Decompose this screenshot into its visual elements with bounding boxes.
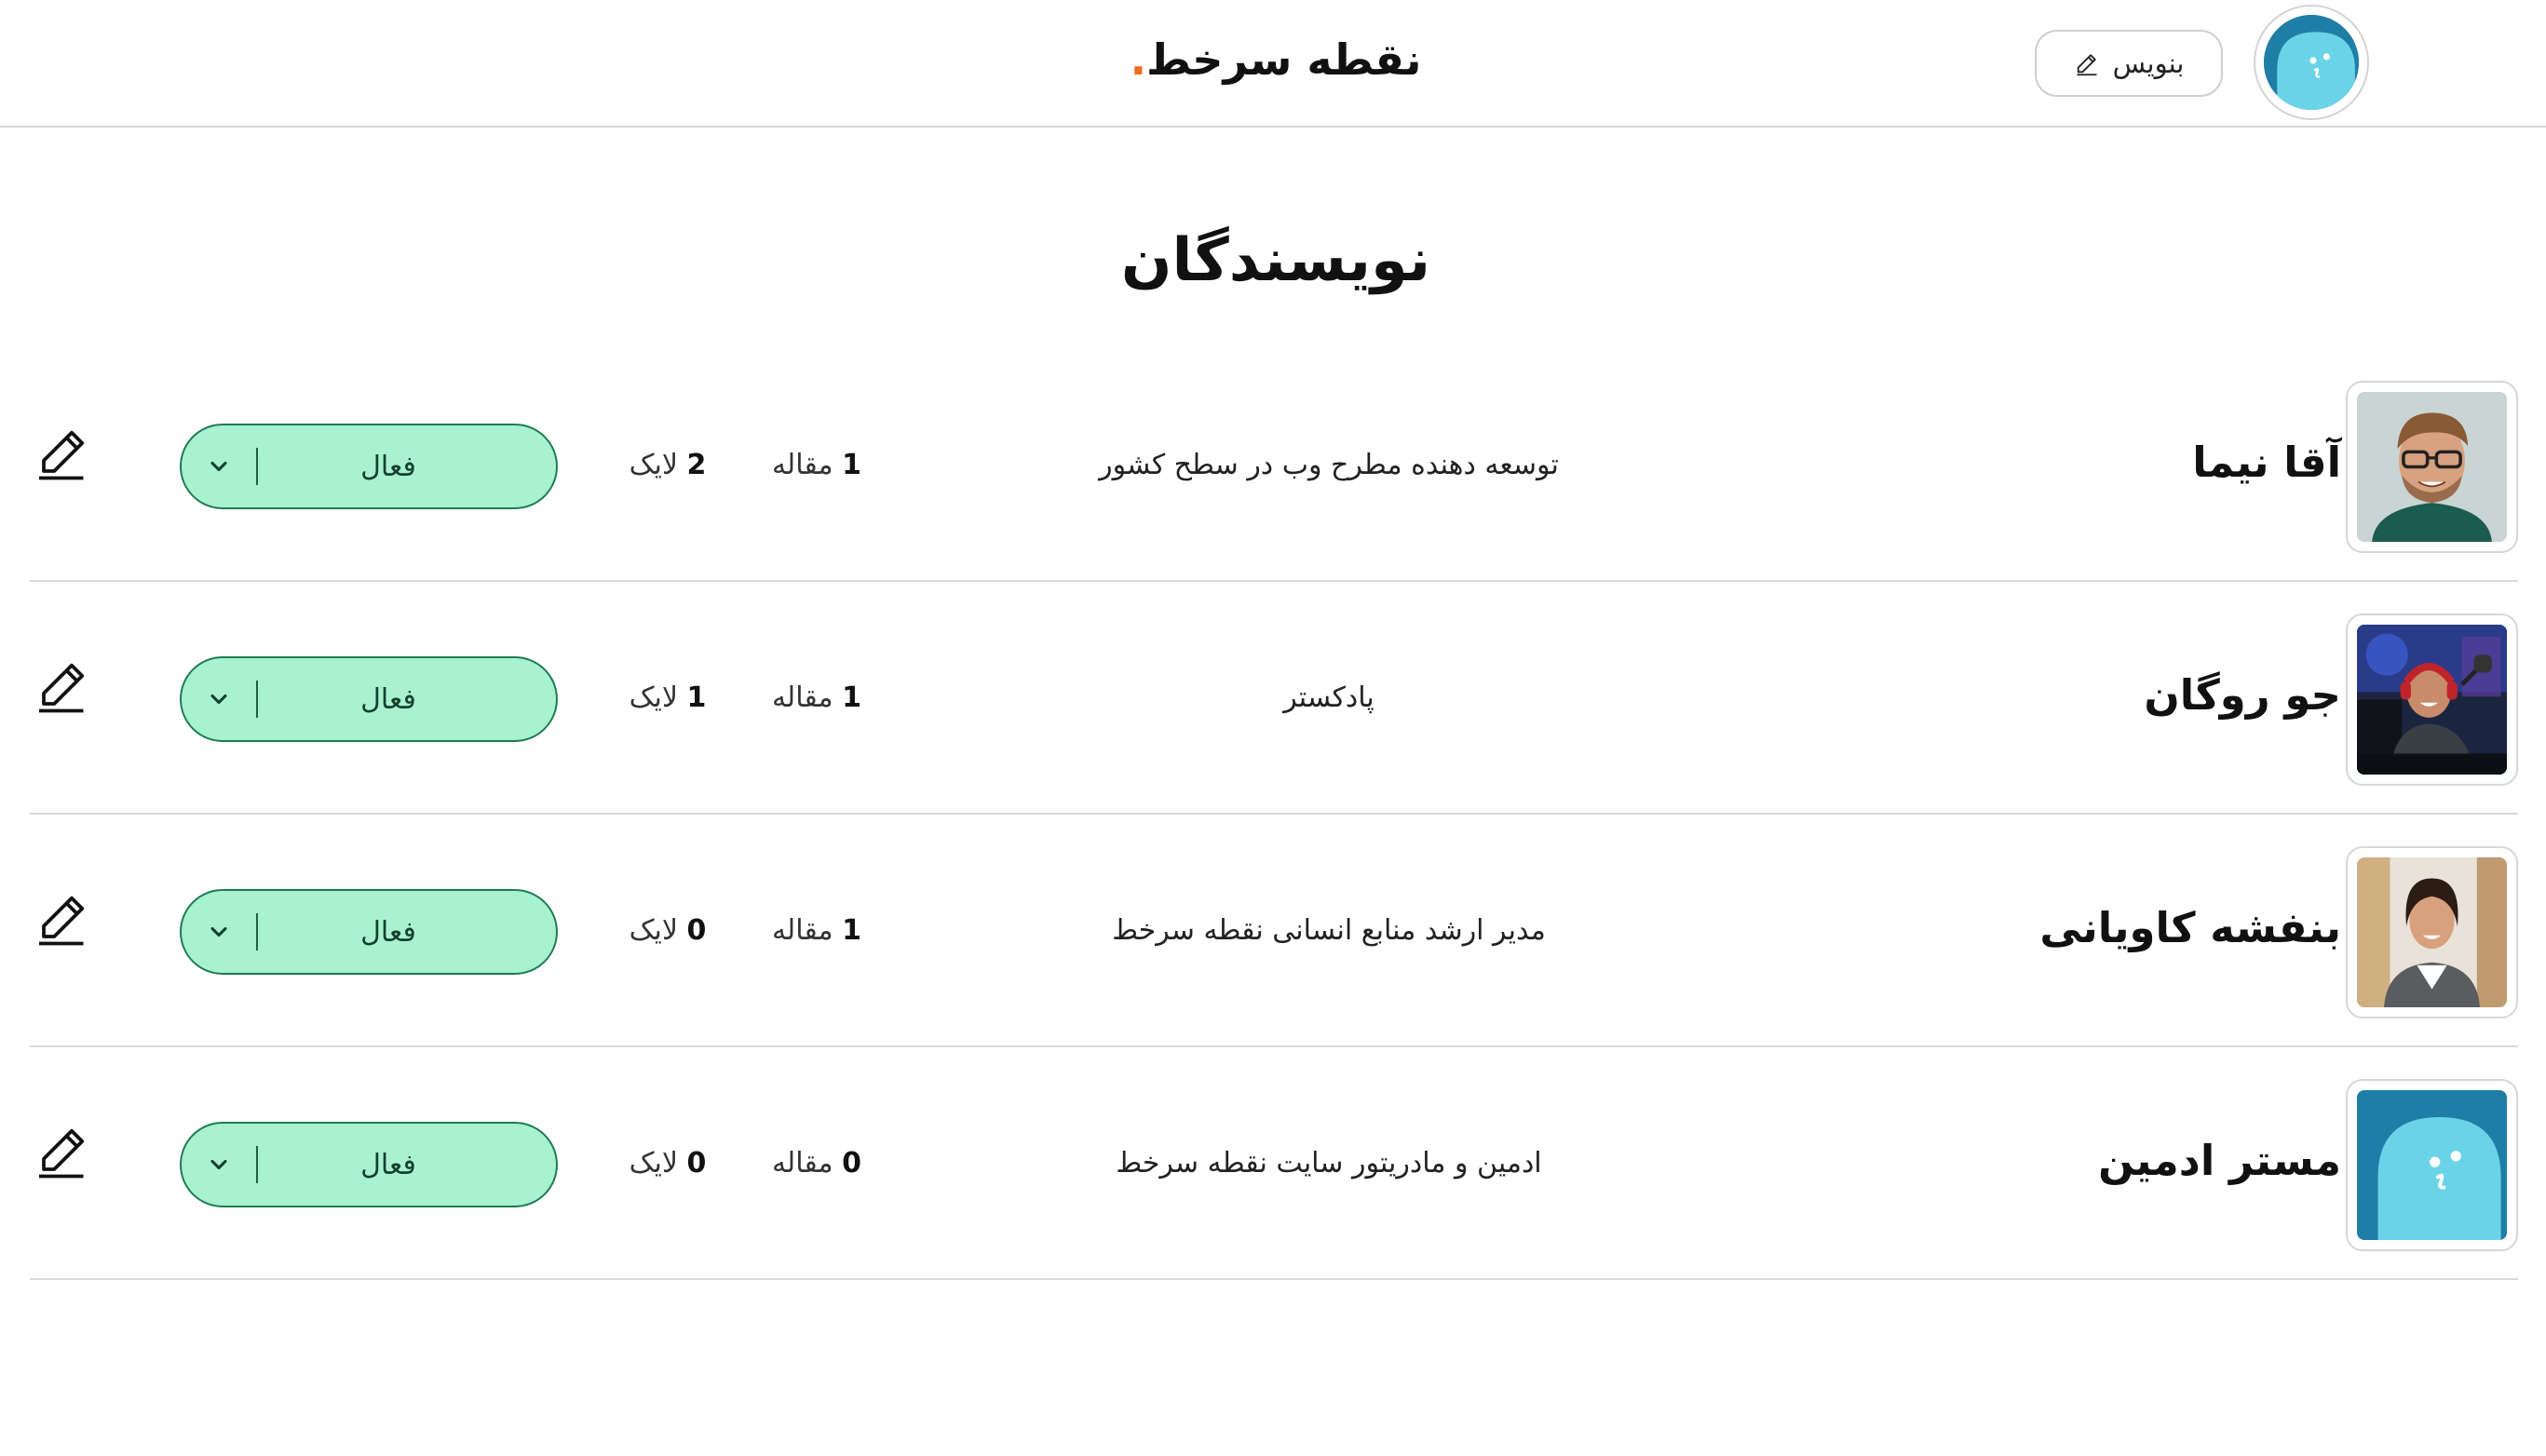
brand-dot: .	[1130, 34, 1147, 85]
status-value: فعال	[360, 915, 416, 949]
articles-count-label: مقاله	[771, 914, 833, 947]
writer-bio: پادکستر	[1283, 681, 1375, 714]
user-avatar[interactable]	[2254, 5, 2369, 120]
writer-bio: مدیر ارشد منابع انسانی نقطه سرخط	[1112, 914, 1546, 947]
articles-count-label: مقاله	[771, 681, 833, 714]
articles-count-value: 1	[842, 914, 862, 947]
writer-avatar[interactable]	[2346, 846, 2518, 1018]
status-select[interactable]: فعال	[180, 424, 558, 509]
articles-count-value: 1	[842, 681, 862, 714]
pencil-icon	[39, 663, 85, 713]
edit-button[interactable]	[30, 420, 95, 485]
articles-count-value: 0	[842, 1147, 862, 1180]
likes-count-value: 1	[686, 681, 707, 714]
writer-avatar[interactable]	[2346, 1079, 2518, 1251]
writer-name[interactable]: مستر ادمین	[1782, 1133, 2341, 1189]
likes-count: 0 لایک	[598, 911, 738, 950]
writer-photo	[2357, 625, 2507, 775]
status-value: فعال	[360, 682, 416, 716]
pencil-icon	[2077, 54, 2097, 76]
writer-photo	[2357, 857, 2507, 1007]
status-select[interactable]: فعال	[180, 889, 558, 975]
writer-name[interactable]: بنفشه کاویانی	[1782, 900, 2341, 956]
likes-count-label: لایک	[629, 1147, 678, 1180]
articles-count: 1 مقاله	[747, 446, 887, 485]
articles-count: 0 مقاله	[747, 1144, 887, 1183]
chevron-down-icon	[182, 1124, 256, 1206]
writer-row: مستر ادمین ادمین و مادریتور سایت نقطه سر…	[30, 1047, 2518, 1280]
likes-count-value: 0	[686, 1147, 707, 1180]
site-logo[interactable]: نقطه سرخط.	[931, 32, 1620, 88]
pencil-icon	[39, 1128, 85, 1179]
likes-count-label: لایک	[629, 449, 678, 481]
edit-button[interactable]	[30, 653, 95, 718]
writer-photo	[2357, 392, 2507, 542]
status-select[interactable]: فعال	[180, 1122, 558, 1207]
pencil-icon	[39, 896, 85, 946]
page-title: نویسندگان	[1120, 226, 1431, 295]
status-select[interactable]: فعال	[180, 656, 558, 742]
person-photo-icon	[2357, 392, 2507, 542]
chevron-down-icon	[182, 658, 256, 740]
writer-photo	[2357, 1090, 2507, 1240]
writer-row: جو روگان پادکستر 1 مقاله 1 لایک فعال	[30, 582, 2518, 815]
writer-avatar[interactable]	[2346, 613, 2518, 786]
writer-name[interactable]: جو روگان	[1782, 667, 2341, 723]
likes-count-label: لایک	[629, 681, 678, 714]
likes-count-value: 2	[686, 449, 707, 481]
articles-count: 1 مقاله	[747, 911, 887, 950]
mascot-avatar-icon	[2357, 1090, 2507, 1240]
writer-name[interactable]: آقا نیما	[1782, 435, 2341, 491]
write-button-label: بنویس	[2112, 47, 2185, 79]
articles-count-label: مقاله	[771, 449, 833, 481]
edit-button[interactable]	[30, 885, 95, 950]
chevron-down-icon	[182, 425, 256, 507]
avatar-image	[2264, 15, 2359, 110]
articles-count: 1 مقاله	[747, 679, 887, 718]
articles-count-label: مقاله	[771, 1147, 833, 1180]
likes-count: 1 لایک	[598, 679, 738, 718]
writers-page: نقطه سرخط. بنویس نویسندگان آقا نیما توسع…	[0, 0, 2546, 1456]
likes-count: 0 لایک	[598, 1144, 738, 1183]
likes-count-label: لایک	[629, 914, 678, 947]
status-value: فعال	[360, 1148, 416, 1181]
articles-count-value: 1	[842, 449, 862, 481]
person-photo-icon	[2357, 625, 2507, 775]
mascot-avatar-icon	[2264, 15, 2359, 110]
top-header: نقطه سرخط. بنویس	[0, 0, 2546, 128]
write-button[interactable]: بنویس	[2035, 30, 2223, 97]
writer-bio: توسعه دهنده مطرح وب در سطح کشور	[1099, 449, 1559, 481]
writer-row: آقا نیما توسعه دهنده مطرح وب در سطح کشور…	[30, 349, 2518, 582]
pencil-icon	[39, 430, 85, 480]
likes-count-value: 0	[686, 914, 707, 947]
writer-bio: ادمین و مادریتور سایت نقطه سرخط	[1116, 1147, 1542, 1180]
edit-button[interactable]	[30, 1118, 95, 1183]
likes-count: 2 لایک	[598, 446, 738, 485]
writer-row: بنفشه کاویانی مدیر ارشد منابع انسانی نقط…	[30, 815, 2518, 1047]
brand-text: نقطه سرخط	[1146, 34, 1422, 85]
writer-avatar[interactable]	[2346, 381, 2518, 553]
person-photo-icon	[2357, 857, 2507, 1007]
chevron-down-icon	[182, 891, 256, 973]
status-value: فعال	[360, 450, 416, 483]
